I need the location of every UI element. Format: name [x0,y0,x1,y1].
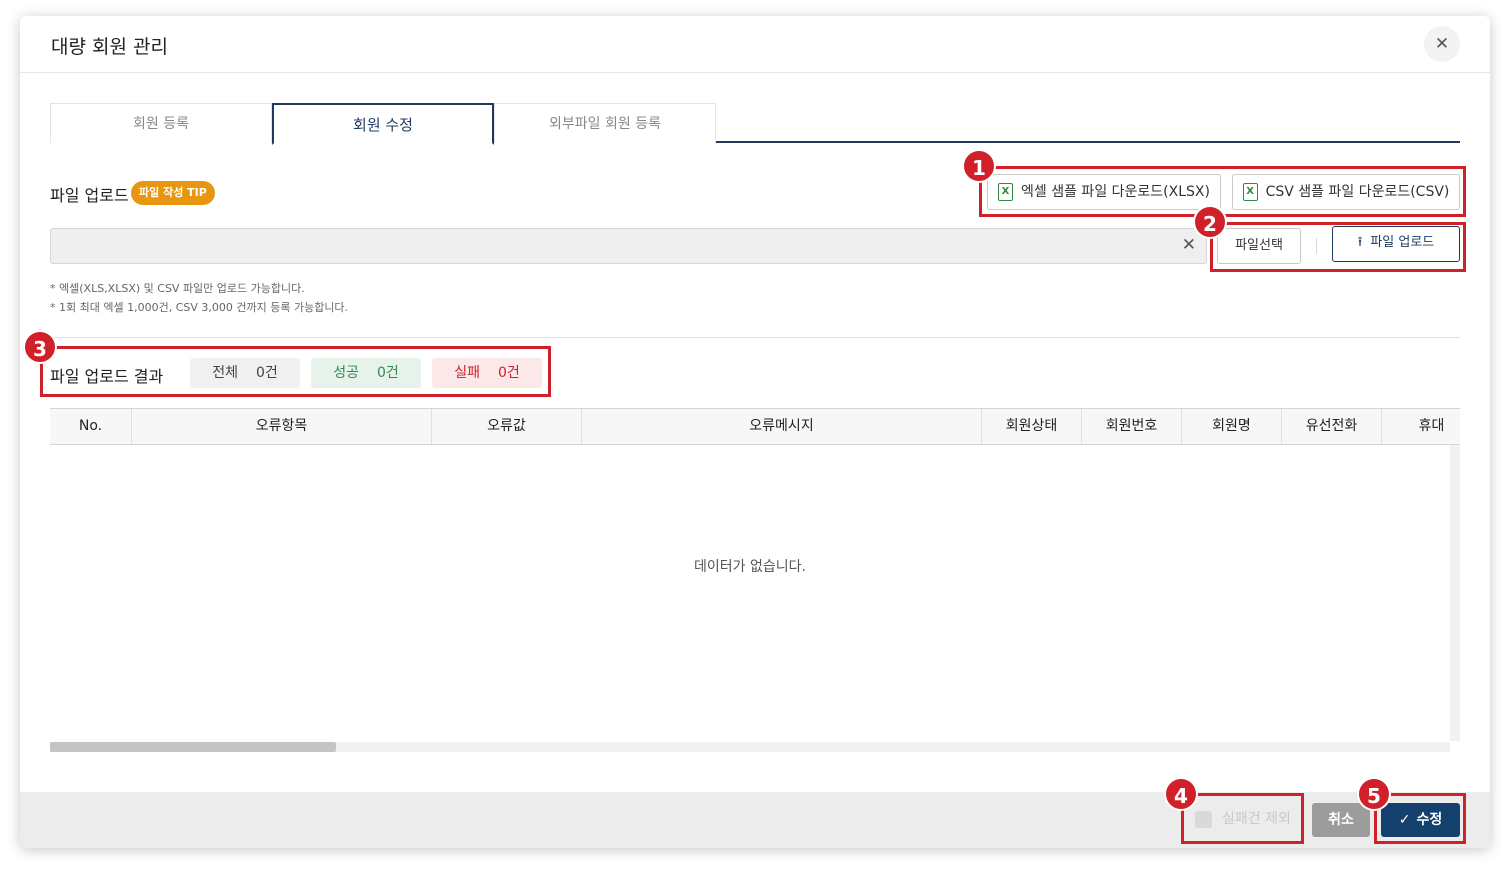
column-header: 회원번호 [1081,409,1181,444]
error-table: No. 오류항목 오류값 오류메시지 회원상태 회원번호 회원명 유선전화 휴대… [50,408,1460,752]
section-divider [50,337,1460,338]
column-header: No. [78,418,103,434]
tab-member-register[interactable]: 회원 등록 [50,103,272,143]
upload-result-label: 파일 업로드 결과 [50,367,164,386]
column-header: 휴대 [1381,409,1460,444]
callout-number: 3 [23,330,57,364]
total-count: 0건 [255,365,278,381]
total-count-chip: 전체 0건 [190,358,300,388]
fail-count: 0건 [497,365,520,381]
file-upload-label: 파일 업로드 [50,186,129,205]
file-select-button[interactable]: 파일선택 [1217,228,1301,264]
file-tip-badge[interactable]: 파일 작성 TIP [131,181,215,205]
clear-icon[interactable]: ✕ [1182,235,1196,255]
empty-message: 데이터가 없습니다. [694,559,806,575]
vertical-scrollbar[interactable] [1450,445,1460,741]
horizontal-scrollbar[interactable] [50,742,1450,752]
column-header: 오류값 [431,409,581,444]
callout-number: 2 [1193,205,1227,239]
exclude-failed-checkbox[interactable]: 실패건 제외 [1195,808,1291,828]
bulk-member-modal: 대량 회원 관리 ✕ 회원 등록 회원 수정 외부파일 회원 등록 파일 업로드… [20,16,1490,848]
file-path-input[interactable]: ✕ [50,228,1207,264]
upload-note: * 1회 최대 엑셀 1,000건, CSV 3,000 건까지 등록 가능합니… [50,301,349,314]
csv-download-label: CSV 샘플 파일 다운로드(CSV) [1265,184,1450,200]
success-count: 0건 [376,365,399,381]
modal-footer: 실패건 제외 취소 ✓ 수정 [20,792,1490,848]
excel-file-icon: X [998,183,1014,201]
column-header: 회원상태 [981,409,1081,444]
file-upload-button-label: 파일 업로드 [1370,235,1435,250]
total-label: 전체 [212,365,238,381]
file-upload-button[interactable]: ⭱ 파일 업로드 [1332,226,1460,262]
callout-number: 1 [962,149,996,183]
cancel-button[interactable]: 취소 [1312,803,1370,837]
excel-file-icon: X [1242,183,1258,201]
check-icon: ✓ [1398,812,1411,828]
callout-number: 5 [1357,777,1391,811]
table-header: No. 오류항목 오류값 오류메시지 회원상태 회원번호 회원명 유선전화 휴대 [50,408,1460,445]
column-header: 오류메시지 [581,409,981,444]
upload-arrow-icon: ⭱ [1357,235,1363,250]
upload-note: * 엑셀(XLS,XLSX) 및 CSV 파일만 업로드 가능합니다. [50,282,305,295]
column-header: 오류항목 [131,409,431,444]
modal-header: 대량 회원 관리 ✕ [20,16,1490,73]
tab-external-file-register[interactable]: 외부파일 회원 등록 [494,103,716,143]
success-label: 성공 [333,365,359,381]
csv-sample-download-button[interactable]: X CSV 샘플 파일 다운로드(CSV) [1232,174,1460,210]
xlsx-download-label: 엑셀 샘플 파일 다운로드(XLSX) [1021,184,1210,200]
column-header: 유선전화 [1281,409,1381,444]
fail-count-chip: 실패 0건 [432,358,542,388]
modal-title: 대량 회원 관리 [51,36,168,58]
tab-bar: 회원 등록 회원 수정 외부파일 회원 등록 [50,103,1460,145]
scrollbar-thumb[interactable] [50,742,336,752]
exclude-failed-label: 실패건 제외 [1222,811,1291,827]
close-icon[interactable]: ✕ [1424,26,1460,62]
fail-label: 실패 [454,365,480,381]
divider [1316,238,1317,254]
submit-button[interactable]: ✓ 수정 [1381,803,1460,837]
checkbox[interactable] [1195,810,1212,828]
xlsx-sample-download-button[interactable]: X 엑셀 샘플 파일 다운로드(XLSX) [987,174,1221,210]
tab-member-edit[interactable]: 회원 수정 [272,103,494,145]
callout-number: 4 [1164,777,1198,811]
column-header: 회원명 [1181,409,1281,444]
submit-label: 수정 [1416,812,1443,828]
success-count-chip: 성공 0건 [311,358,421,388]
